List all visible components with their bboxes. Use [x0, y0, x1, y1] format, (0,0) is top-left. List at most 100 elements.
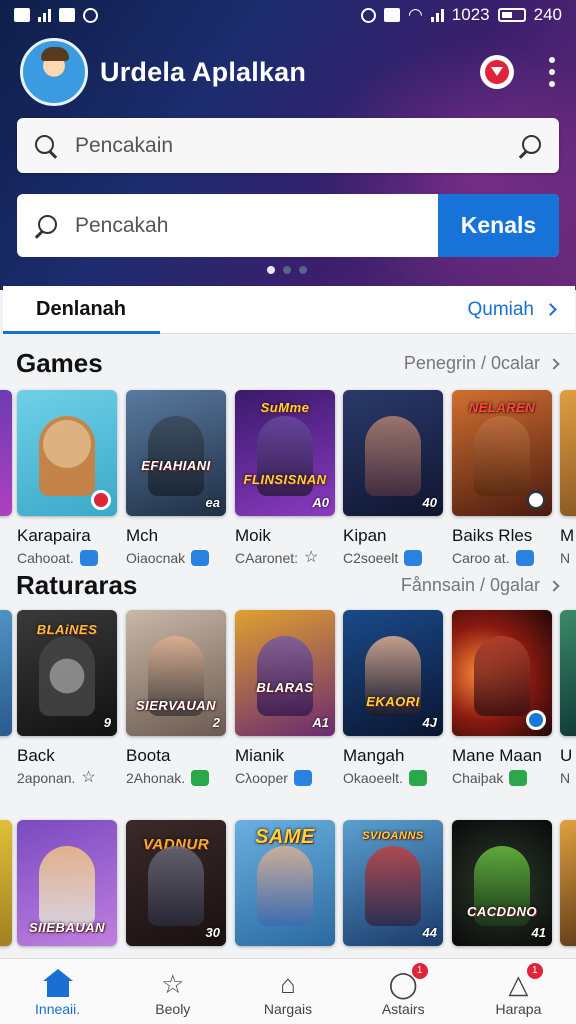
star-icon[interactable]: ☆: [304, 550, 318, 566]
nav-astairs[interactable]: ◯ 1 Astairs: [346, 959, 461, 1024]
game-thumb-caption: FLINSISNAN: [243, 472, 327, 487]
nav-label: Nargais: [263, 1001, 313, 1017]
chevron-right-icon: [544, 303, 557, 316]
game-card-partial[interactable]: [0, 390, 12, 516]
notification-bell-icon[interactable]: [480, 55, 514, 89]
tab-active[interactable]: Denlanah: [3, 286, 160, 334]
game-card-partial[interactable]: [560, 820, 576, 946]
nav-harapa[interactable]: △ 1 Harapa: [461, 959, 576, 1024]
carousel-dot[interactable]: [299, 266, 307, 274]
avatar[interactable]: [20, 38, 88, 106]
game-card[interactable]: SVIOANNS 44: [343, 820, 443, 946]
game-card[interactable]: VADNUR 30: [126, 820, 226, 946]
carousel-dot[interactable]: [267, 266, 275, 274]
game-name: Karapaira: [17, 526, 91, 545]
game-thumbnail: [17, 390, 117, 516]
game-thumb-caption: EKAORI: [366, 694, 420, 709]
section-more-label: Penegrin / 0calar: [403, 353, 540, 373]
download-icon[interactable]: [408, 770, 427, 786]
game-thumb-caption: EFIAHIANI: [141, 458, 211, 473]
nav-nargais[interactable]: ⌂ Nargais: [230, 959, 345, 1024]
notification-icon: [14, 8, 30, 22]
search-placeholder: Pencakain: [75, 133, 174, 157]
game-name: Mch: [126, 526, 159, 545]
game-thumb-badge: 30: [205, 925, 220, 940]
download-icon[interactable]: [293, 770, 312, 786]
game-card-partial[interactable]: M N: [560, 390, 576, 566]
download-icon[interactable]: [509, 770, 528, 786]
download-icon[interactable]: [404, 550, 423, 566]
hero-header: ◠ 1023 240 Urdela Aplalkan Pencakain Pen…: [0, 0, 576, 290]
game-card[interactable]: SIIEBAUAN: [17, 820, 117, 946]
game-meta: CAaronet:: [235, 550, 299, 566]
signal-icon: [38, 8, 51, 22]
game-thumbnail: [452, 610, 552, 736]
search-button[interactable]: Kenals: [438, 194, 559, 257]
game-thumb-title: SuMme: [260, 400, 310, 415]
section-header-raturaras: Raturaras Fånnsain / 0galar: [16, 570, 560, 601]
download-icon[interactable]: [191, 770, 210, 786]
game-card[interactable]: BLARAS A1 Mianik Cλooper: [235, 610, 335, 786]
section-more-link[interactable]: Penegrin / 0calar: [403, 353, 560, 374]
game-card-partial[interactable]: [0, 610, 12, 736]
game-card-partial[interactable]: [0, 820, 12, 946]
game-thumbnail: BLARAS A1: [235, 610, 335, 736]
section-more-link[interactable]: Fånnsain / 0galar: [400, 575, 560, 596]
section-header-games: Games Penegrin / 0calar: [16, 348, 560, 379]
game-meta: Chaiþak: [452, 770, 504, 786]
game-thumb-badge: 44: [422, 925, 437, 940]
game-card-partial[interactable]: U N: [560, 610, 576, 786]
more-options-icon[interactable]: [548, 57, 556, 87]
alarm-icon: [360, 7, 376, 23]
carousel-dot[interactable]: [283, 266, 291, 274]
download-icon[interactable]: [191, 550, 210, 566]
search-bar[interactable]: Pencakain: [17, 118, 559, 173]
game-thumb-caption: SIIEBAUAN: [28, 920, 105, 935]
game-thumbnail: SVIOANNS 44: [343, 820, 443, 946]
wifi-icon: ◠: [407, 5, 423, 24]
download-icon[interactable]: [515, 550, 534, 566]
game-thumbnail: EKAORI 4J: [343, 610, 443, 736]
game-meta: C2soeelt: [343, 550, 399, 566]
game-card[interactable]: CACDDNO 41: [452, 820, 552, 946]
game-card[interactable]: EFIAHIANI ea Mch Oiaocnak: [126, 390, 226, 566]
game-card[interactable]: Mane Maan Chaiþak: [452, 610, 552, 786]
vibrate-icon: [383, 8, 400, 22]
game-thumb-title: NELAREN: [468, 400, 536, 415]
bell-icon: △: [508, 969, 529, 999]
notification-badge: 1: [411, 963, 428, 979]
game-card[interactable]: BLAiNES 9 Back 2aponan. ☆: [17, 610, 117, 786]
game-thumbnail: BLAiNES 9: [17, 610, 117, 736]
star-icon[interactable]: ☆: [81, 770, 95, 786]
game-card[interactable]: 40 Kipan C2soeelt: [343, 390, 443, 566]
game-card[interactable]: SIERVAUAN 2 Boota 2Ahonak.: [126, 610, 226, 786]
nav-beoly[interactable]: ☆ Beoly: [115, 959, 230, 1024]
game-card[interactable]: Karapaira Cahooat.: [17, 390, 117, 566]
game-thumb-caption: CACDDNO: [467, 904, 537, 919]
nav-home[interactable]: Inneaii.: [0, 959, 115, 1024]
game-thumb-title: SVIOANNS: [362, 830, 424, 842]
app-title: Urdela Aplalkan: [100, 56, 307, 87]
section-more-label: Fånnsain / 0galar: [400, 575, 540, 595]
game-thumb-badge: A0: [312, 495, 329, 510]
game-card[interactable]: SAME: [235, 820, 335, 946]
search-input[interactable]: Pencakah Kenals: [17, 194, 559, 257]
game-meta: Okaoeelt.: [343, 770, 403, 786]
game-card[interactable]: SuMme FLINSISNAN A0 Moik CAaronet: ☆: [235, 390, 335, 566]
tab-link[interactable]: Qumiah: [467, 299, 575, 321]
game-card[interactable]: EKAORI 4J Mangah Okaoeelt.: [343, 610, 443, 786]
search-submit-icon[interactable]: [517, 133, 543, 159]
game-thumbnail: 40: [343, 390, 443, 516]
clock: 240: [533, 5, 562, 24]
tab-link-label: Qumiah: [467, 298, 534, 320]
download-icon[interactable]: [79, 550, 98, 566]
cell-signal-icon: [430, 8, 444, 22]
game-thumb-badge: 2: [212, 715, 220, 730]
battery-icon: [497, 8, 526, 22]
game-meta: Oiaocnak: [126, 550, 186, 566]
game-meta: Cλooper: [235, 770, 288, 786]
game-thumbnail: SIIEBAUAN: [17, 820, 117, 946]
game-meta: N: [560, 770, 571, 786]
search-icon: [33, 133, 59, 159]
game-card[interactable]: NELAREN Baiks Rles Caroo at.: [452, 390, 552, 566]
